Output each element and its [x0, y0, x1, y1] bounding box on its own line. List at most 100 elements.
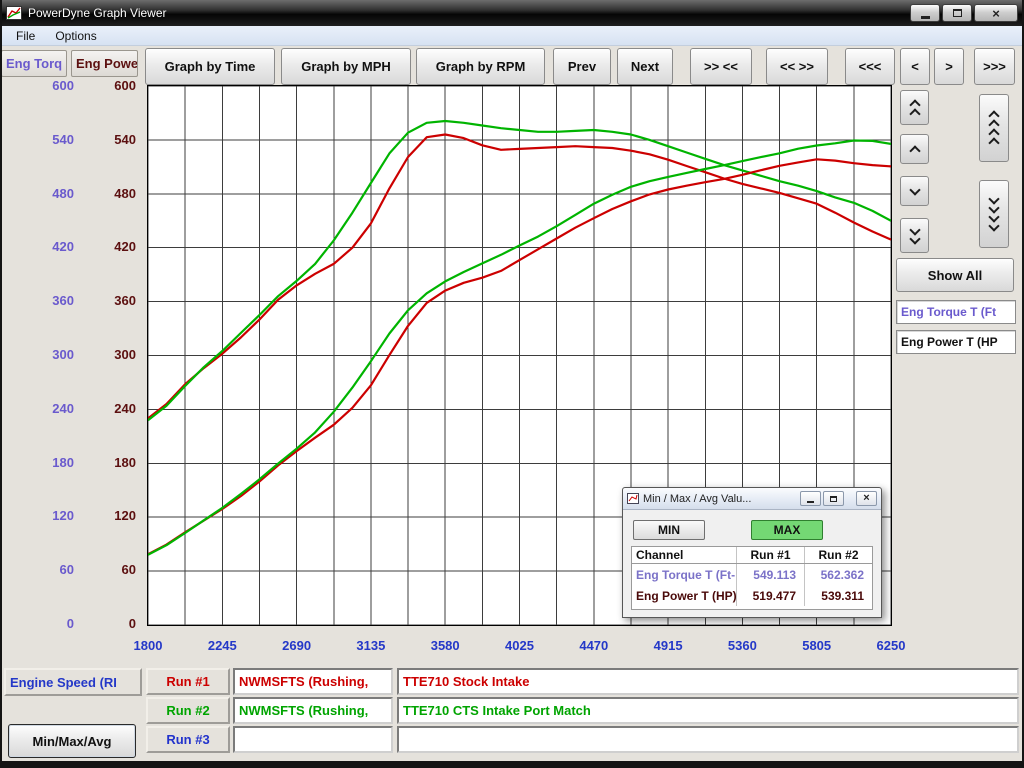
x-axis-tick-label: 4915: [654, 638, 683, 653]
menu-bar: File Options: [2, 26, 1022, 46]
column-header-channel[interactable]: Channel: [632, 548, 736, 562]
x-axis-tick-label: 6250: [877, 638, 906, 653]
axis-scroll-double-up-button[interactable]: [900, 90, 929, 125]
chevron-down-icon: [909, 233, 920, 244]
prev-button[interactable]: Prev: [553, 48, 611, 85]
channel-name: Eng Power T (HP): [632, 589, 736, 603]
menu-options[interactable]: Options: [47, 27, 104, 45]
minimize-button[interactable]: [910, 4, 940, 22]
x-channel-button[interactable]: Engine Speed (RI: [4, 668, 142, 696]
y-axis-tick-label: 480: [114, 187, 136, 201]
table-row: Eng Torque T (Ft- 549.113 562.362: [632, 564, 872, 585]
close-button[interactable]: ×: [974, 4, 1018, 22]
run3-label-button[interactable]: Run #3: [146, 726, 230, 753]
y-axis-tick-label: 420: [114, 240, 136, 254]
minmax-avg-button[interactable]: Min/Max/Avg: [8, 724, 136, 758]
zoom-out-x-button[interactable]: << >>: [766, 48, 828, 85]
x-axis-tick-label: 1800: [134, 638, 163, 653]
column-header-run1[interactable]: Run #1: [736, 547, 804, 563]
axis-scroll-double-down-button[interactable]: [900, 218, 929, 253]
run3-description-field[interactable]: [397, 726, 1019, 753]
scroll-left-fast-button[interactable]: <<<: [845, 48, 895, 85]
run3-file-field[interactable]: [233, 726, 393, 753]
app-icon: [6, 6, 22, 20]
axis-zoom-down-button[interactable]: [979, 180, 1009, 248]
scroll-right-fast-button[interactable]: >>>: [974, 48, 1015, 85]
y-axis-tick-label: 540: [114, 133, 136, 147]
minmax-close-button[interactable]: ×: [856, 491, 877, 506]
run1-label-button[interactable]: Run #1: [146, 668, 230, 695]
y-axis-tick-label: 60: [122, 563, 136, 577]
minmax-window-icon: [627, 493, 639, 504]
legend-torque-channel[interactable]: Eng Torque T (Ft: [896, 300, 1016, 324]
y-axis-tick-label: 300: [114, 348, 136, 362]
minmax-minimize-button[interactable]: [800, 491, 821, 506]
run1-description-field[interactable]: TTE710 Stock Intake: [397, 668, 1019, 695]
graph-by-mph-button[interactable]: Graph by MPH: [281, 48, 411, 85]
y-axis-tick-label: 480: [52, 187, 74, 201]
close-icon: ×: [863, 493, 869, 504]
y-axis-tick-label: 120: [114, 509, 136, 523]
y-axis-channel-power-button[interactable]: Eng Powe: [71, 50, 138, 77]
channel-name: Eng Torque T (Ft-: [632, 568, 736, 582]
y-axis-tick-label: 180: [52, 456, 74, 470]
restore-icon: [830, 496, 837, 502]
y-axis-tick-label: 360: [52, 294, 74, 308]
minmax-window-titlebar[interactable]: Min / Max / Avg Valu... ×: [623, 488, 881, 510]
chevron-down-icon: [909, 184, 920, 195]
menu-file[interactable]: File: [8, 27, 43, 45]
y-axis-tick-label: 240: [114, 402, 136, 416]
title-bar[interactable]: PowerDyne Graph Viewer ×: [0, 0, 1024, 26]
chevron-down-icon: [988, 220, 999, 231]
minmax-window: Min / Max / Avg Valu... × MIN MAX Channe…: [622, 487, 882, 618]
y-axis-torque-ticks: 600540480420360300240180120600: [36, 79, 74, 631]
min-toggle-button[interactable]: MIN: [633, 520, 705, 540]
chevron-up-icon: [988, 137, 999, 148]
graph-by-time-button[interactable]: Graph by Time: [145, 48, 275, 85]
x-axis-tick-label: 3135: [356, 638, 385, 653]
maximize-button[interactable]: [942, 4, 972, 22]
x-axis-ticks: 1800224526903135358040254470491553605805…: [0, 638, 1024, 656]
y-axis-tick-label: 0: [67, 617, 74, 631]
minmax-restore-button[interactable]: [823, 491, 844, 506]
column-header-run2[interactable]: Run #2: [804, 547, 872, 563]
y-axis-tick-label: 300: [52, 348, 74, 362]
next-button[interactable]: Next: [617, 48, 673, 85]
x-axis-tick-label: 2690: [282, 638, 311, 653]
y-axis-tick-label: 120: [52, 509, 74, 523]
scroll-right-button[interactable]: >: [934, 48, 964, 85]
y-axis-tick-label: 0: [129, 617, 136, 631]
x-axis-tick-label: 5360: [728, 638, 757, 653]
run2-max-value: 539.311: [804, 585, 872, 606]
close-icon: ×: [992, 7, 1000, 20]
x-axis-tick-label: 2245: [208, 638, 237, 653]
run2-description-field[interactable]: TTE710 CTS Intake Port Match: [397, 697, 1019, 724]
run1-file-field[interactable]: NWMSFTS (Rushing,: [233, 668, 393, 695]
run1-max-value: 549.113: [736, 564, 804, 585]
minmax-window-title: Min / Max / Avg Valu...: [643, 493, 798, 505]
y-axis-tick-label: 420: [52, 240, 74, 254]
table-row: Eng Power T (HP) 519.477 539.311: [632, 585, 872, 606]
graph-by-rpm-button[interactable]: Graph by RPM: [416, 48, 545, 85]
y-axis-tick-label: 600: [114, 79, 136, 93]
minimize-icon: [921, 16, 930, 19]
maximize-icon: [953, 9, 962, 17]
legend-power-channel[interactable]: Eng Power T (HP: [896, 330, 1016, 354]
y-axis-tick-label: 240: [52, 402, 74, 416]
zoom-in-x-button[interactable]: >> <<: [690, 48, 752, 85]
show-all-button[interactable]: Show All: [896, 258, 1014, 292]
axis-zoom-up-button[interactable]: [979, 94, 1009, 162]
minimize-icon: [807, 501, 814, 503]
y-axis-channel-torque-button[interactable]: Eng Torq: [1, 50, 67, 77]
scroll-left-button[interactable]: <: [900, 48, 930, 85]
y-axis-tick-label: 540: [52, 133, 74, 147]
max-toggle-button[interactable]: MAX: [751, 520, 823, 540]
run1-max-value: 519.477: [736, 585, 804, 606]
run2-label-button[interactable]: Run #2: [146, 697, 230, 724]
axis-scroll-up-button[interactable]: [900, 134, 929, 164]
y-axis-power-ticks: 600540480420360300240180120600: [96, 79, 136, 631]
run2-file-field[interactable]: NWMSFTS (Rushing,: [233, 697, 393, 724]
run2-max-value: 562.362: [804, 564, 872, 585]
axis-scroll-down-button[interactable]: [900, 176, 929, 206]
minmax-table: Channel Run #1 Run #2 Eng Torque T (Ft- …: [631, 546, 873, 610]
